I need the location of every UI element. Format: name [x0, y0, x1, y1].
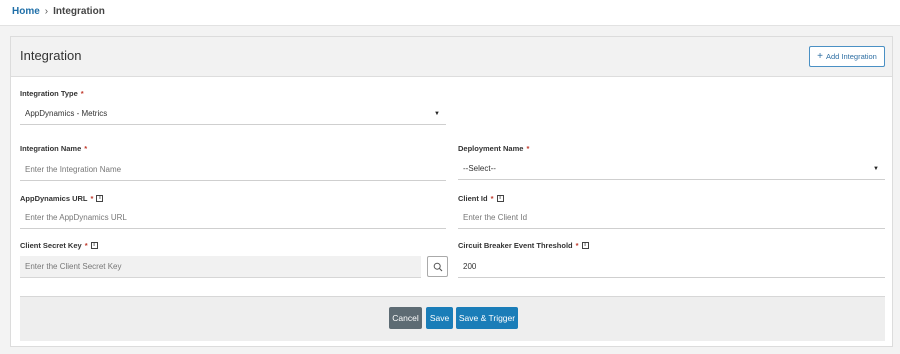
circuit-breaker-label: Circuit Breaker Event Threshold * i — [458, 241, 589, 250]
client-secret-key-label-text: Client Secret Key — [20, 241, 82, 250]
save-button[interactable]: Save — [426, 307, 453, 329]
required-mark: * — [80, 89, 84, 98]
appdynamics-url-label-text: AppDynamics URL — [20, 194, 88, 203]
deployment-name-label-text: Deployment Name — [458, 144, 524, 153]
caret-down-icon: ▼ — [873, 165, 879, 172]
top-bar: Home › Integration — [0, 0, 900, 26]
integration-card: Integration + Add Integration Integratio… — [10, 36, 893, 347]
caret-down-icon: ▼ — [434, 110, 440, 117]
required-mark: * — [84, 144, 88, 153]
appdynamics-url-label: AppDynamics URL * i — [20, 194, 104, 203]
required-mark: * — [84, 241, 88, 250]
card-header: Integration + Add Integration — [11, 37, 892, 77]
integration-type-select[interactable]: AppDynamics - Metrics ▼ — [20, 103, 446, 125]
save-trigger-button[interactable]: Save & Trigger — [456, 307, 518, 329]
integration-type-label: Integration Type * — [20, 89, 84, 98]
client-id-input[interactable]: Enter the Client Id — [458, 207, 885, 229]
page-title: Integration — [20, 48, 82, 63]
deployment-name-value: --Select-- — [463, 164, 496, 173]
add-integration-button[interactable]: + Add Integration — [809, 46, 885, 67]
search-button[interactable] — [427, 256, 448, 277]
required-mark: * — [490, 194, 494, 203]
client-secret-key-input[interactable]: Enter the Client Secret Key — [20, 256, 421, 278]
required-mark: * — [526, 144, 530, 153]
integration-name-input[interactable]: Enter the Integration Name — [20, 159, 446, 181]
deployment-name-label: Deployment Name * — [458, 144, 529, 153]
integration-name-label: Integration Name * — [20, 144, 87, 153]
breadcrumb: Home › Integration — [12, 6, 105, 17]
client-id-label: Client Id * i — [458, 194, 504, 203]
circuit-breaker-label-text: Circuit Breaker Event Threshold — [458, 241, 573, 250]
cancel-button[interactable]: Cancel — [389, 307, 422, 329]
client-id-label-text: Client Id — [458, 194, 488, 203]
breadcrumb-home-link[interactable]: Home — [12, 6, 40, 17]
search-icon — [433, 262, 442, 271]
required-mark: * — [90, 194, 94, 203]
integration-name-label-text: Integration Name — [20, 144, 82, 153]
info-icon[interactable]: i — [96, 195, 104, 202]
add-integration-label: Add Integration — [825, 52, 877, 61]
info-icon[interactable]: i — [90, 242, 98, 249]
integration-type-value: AppDynamics - Metrics — [25, 109, 108, 118]
info-icon[interactable]: i — [581, 242, 589, 249]
info-icon[interactable]: i — [496, 195, 504, 202]
breadcrumb-current: Integration — [53, 6, 105, 17]
required-mark: * — [575, 241, 579, 250]
breadcrumb-separator: › — [44, 6, 49, 17]
form-footer: Cancel Save Save & Trigger — [20, 296, 885, 341]
appdynamics-url-input[interactable]: Enter the AppDynamics URL — [20, 207, 446, 229]
client-secret-key-label: Client Secret Key * i — [20, 241, 98, 250]
plus-icon: + — [817, 50, 823, 62]
deployment-name-select[interactable]: --Select-- ▼ — [458, 158, 885, 180]
integration-type-label-text: Integration Type — [20, 89, 78, 98]
circuit-breaker-input[interactable]: 200 — [458, 256, 885, 278]
